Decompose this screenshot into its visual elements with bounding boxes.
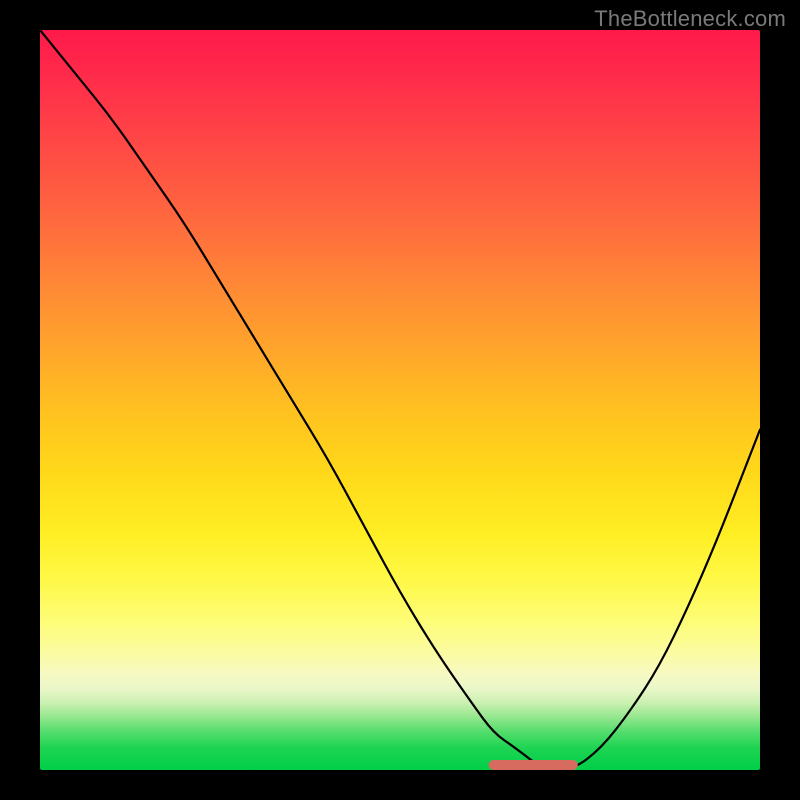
plot-area [40,30,760,770]
watermark-text: TheBottleneck.com [594,6,786,32]
chart-svg [40,30,760,770]
bottleneck-curve [40,30,760,770]
chart-frame: TheBottleneck.com [0,0,800,800]
